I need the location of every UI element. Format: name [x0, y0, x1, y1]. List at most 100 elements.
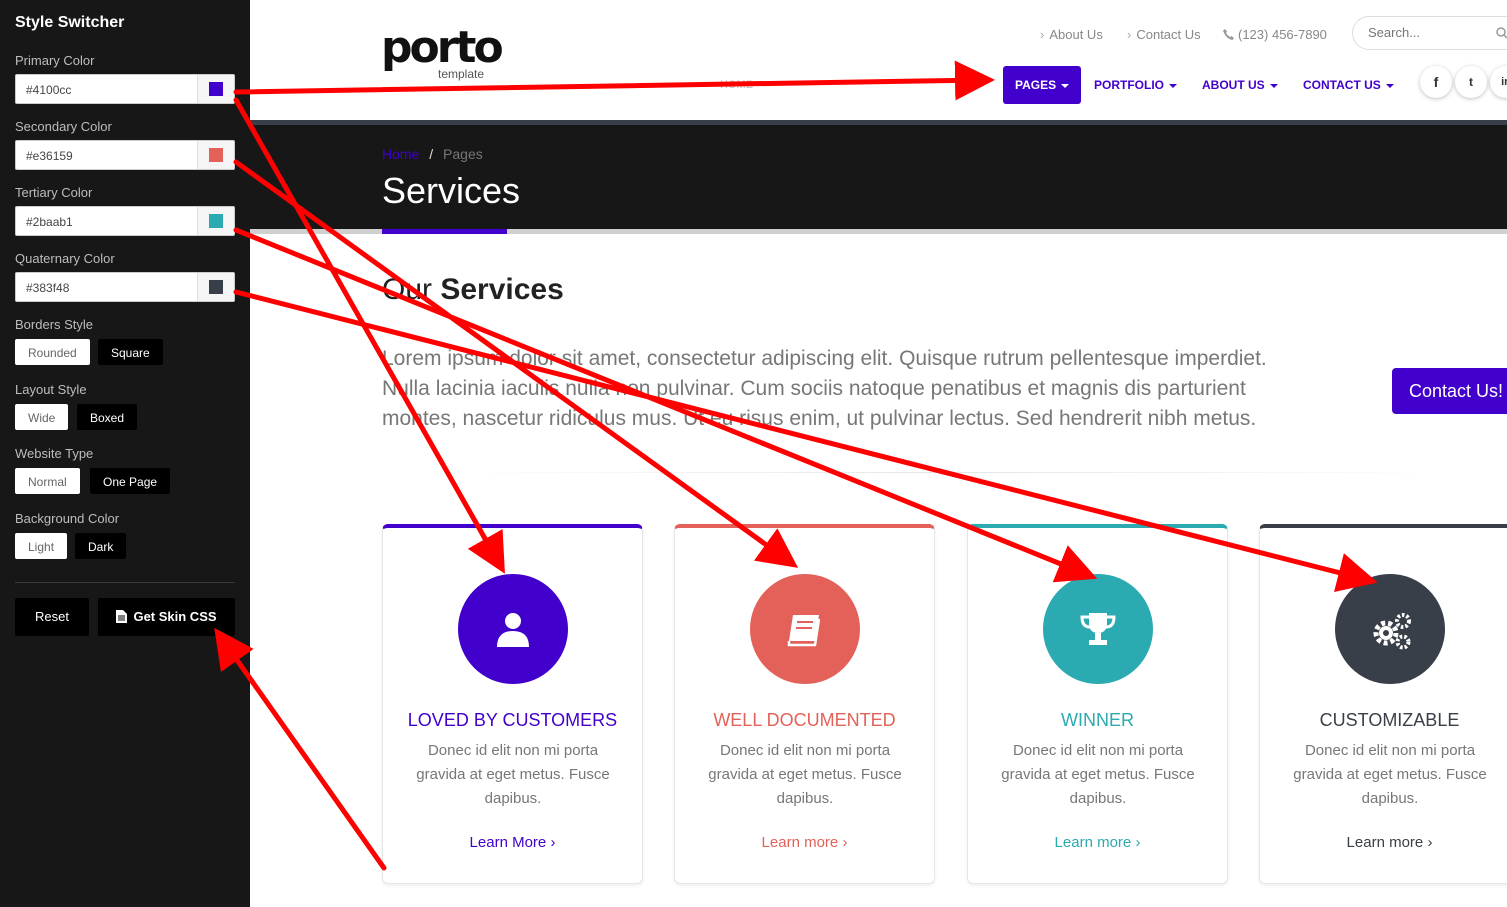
secondary-color-value[interactable]: #e36159 — [26, 149, 73, 163]
learn-more-link[interactable]: Learn more › — [1260, 834, 1507, 851]
chevron-right-icon: › — [550, 834, 556, 851]
section-heading-bold: Services — [440, 273, 564, 306]
nav-home[interactable]: HOME — [708, 66, 765, 104]
contact-us-button-label: Contact Us! — [1409, 381, 1504, 401]
learn-more-label: Learn more — [1054, 834, 1132, 851]
book-icon — [787, 615, 821, 647]
borders-rounded-button[interactable]: Rounded — [15, 339, 90, 365]
feature-text: Donec id elit non mi porta gravida at eg… — [1293, 742, 1487, 807]
feature-card-customizable: CUSTOMIZABLE Donec id elit non mi porta … — [1259, 524, 1507, 884]
intro-lead-text: Lorem ipsum dolor sit amet, consectetur … — [382, 347, 1267, 430]
nav-portfolio[interactable]: PORTFOLIO — [1082, 66, 1189, 104]
primary-color-value[interactable]: #4100cc — [26, 83, 71, 97]
learn-more-link[interactable]: Learn More › — [383, 834, 642, 851]
secondary-color-field[interactable]: #e36159 — [15, 140, 235, 170]
background-dark-button[interactable]: Dark — [75, 533, 127, 559]
primary-color-swatch — [209, 82, 223, 96]
website-onepage-button[interactable]: One Page — [90, 468, 171, 494]
quaternary-color-value[interactable]: #383f48 — [26, 281, 69, 295]
logo-text: porto — [381, 22, 504, 73]
tertiary-color-value[interactable]: #2baab1 — [26, 215, 73, 229]
learn-more-link[interactable]: Learn more › — [968, 834, 1227, 851]
feature-title: CUSTOMIZABLE — [1319, 710, 1460, 730]
quaternary-color-swatch — [209, 280, 223, 294]
page-title-underline — [382, 229, 507, 234]
top-phone: (123) 456-7890 — [1223, 27, 1327, 42]
logo-subtitle: template — [438, 67, 485, 81]
borders-style-label: Borders Style — [15, 317, 94, 332]
layout-boxed-button[interactable]: Boxed — [77, 404, 138, 430]
tertiary-color-label: Tertiary Color — [15, 185, 93, 200]
search-icon[interactable] — [1496, 27, 1507, 39]
top-link-contact-us[interactable]: › Contact Us — [1127, 27, 1201, 42]
learn-more-label: Learn more — [761, 834, 839, 851]
feature-title: WELL DOCUMENTED — [713, 710, 896, 730]
website-normal-button[interactable]: Normal — [15, 468, 80, 494]
feature-title: WINNER — [1061, 710, 1134, 730]
reset-button-label: Reset — [35, 609, 69, 624]
website-type-label: Website Type — [15, 446, 94, 461]
primary-color-field[interactable]: #4100cc — [15, 74, 235, 104]
learn-more-link[interactable]: Learn more › — [675, 834, 934, 851]
secondary-color-label: Secondary Color — [15, 119, 112, 134]
get-skin-css-label: Get Skin CSS — [133, 609, 217, 624]
gears-icon — [1373, 613, 1411, 650]
quaternary-color-field[interactable]: #383f48 — [15, 272, 235, 302]
contact-us-button[interactable]: Contact Us! — [1392, 368, 1507, 414]
nav-about-us[interactable]: ABOUT US — [1190, 66, 1290, 104]
search-box[interactable] — [1352, 16, 1507, 50]
caret-down-icon — [1061, 83, 1070, 88]
nav-pages-label: PAGES — [1015, 78, 1057, 92]
feature-title: LOVED BY CUSTOMERS — [407, 710, 618, 730]
background-light-button[interactable]: Light — [15, 533, 68, 559]
breadcrumb-home-link[interactable]: Home — [382, 146, 419, 162]
feature-card-loved-by-customers: LOVED BY CUSTOMERS Donec id elit non mi … — [382, 524, 643, 884]
secondary-color-picker[interactable] — [197, 141, 234, 169]
chevron-right-icon: › — [1135, 834, 1141, 851]
primary-color-label: Primary Color — [15, 53, 95, 68]
nav-pages[interactable]: PAGES — [1003, 66, 1082, 104]
feature-card-winner: WINNER Donec id elit non mi porta gravid… — [967, 524, 1228, 884]
feature-text: Donec id elit non mi porta gravida at eg… — [416, 742, 610, 807]
trophy-icon — [1080, 613, 1116, 645]
nav-portfolio-label: PORTFOLIO — [1094, 78, 1164, 92]
section-divider — [450, 472, 1450, 473]
feature-card-well-documented: WELL DOCUMENTED Donec id elit non mi por… — [674, 524, 935, 884]
get-skin-css-button[interactable]: Get Skin CSS — [98, 598, 235, 636]
chevron-right-icon: › — [1040, 27, 1045, 42]
tertiary-color-field[interactable]: #2baab1 — [15, 206, 235, 236]
tertiary-color-picker[interactable] — [197, 207, 234, 235]
layout-wide-button[interactable]: Wide — [15, 404, 69, 430]
nav-contact-us-label: CONTACT US — [1303, 78, 1381, 92]
nav-contact-us[interactable]: CONTACT US — [1291, 66, 1406, 104]
site-logo[interactable]: porto template — [381, 22, 504, 82]
caret-down-icon — [1169, 83, 1177, 88]
tertiary-color-swatch — [209, 214, 223, 228]
primary-color-picker[interactable] — [197, 75, 234, 103]
top-link-about-us-label: About Us — [1049, 27, 1103, 42]
file-icon — [116, 610, 128, 623]
top-link-contact-us-label: Contact Us — [1136, 27, 1201, 42]
search-input[interactable] — [1368, 25, 1498, 40]
section-heading-light: Our — [382, 273, 433, 306]
facebook-icon: f — [1433, 74, 1439, 90]
layout-style-label: Layout Style — [15, 382, 87, 397]
reset-button[interactable]: Reset — [15, 598, 89, 636]
caret-down-icon — [1269, 83, 1278, 88]
caret-down-icon — [1385, 83, 1394, 88]
feature-text: Donec id elit non mi porta gravida at eg… — [708, 742, 902, 807]
twitter-button[interactable]: t — [1455, 66, 1487, 98]
quaternary-color-picker[interactable] — [197, 273, 234, 301]
nav-home-label: HOME — [720, 79, 753, 91]
feature-icon-circle — [750, 574, 860, 684]
section-heading: Our Services — [382, 273, 564, 307]
top-link-about-us[interactable]: › About Us — [1040, 27, 1103, 42]
quaternary-color-label: Quaternary Color — [15, 251, 115, 266]
borders-square-button[interactable]: Square — [98, 339, 163, 365]
feature-icon-circle — [1335, 574, 1445, 684]
facebook-button[interactable]: f — [1420, 66, 1452, 98]
learn-more-label: Learn More — [469, 834, 547, 851]
feature-icon-circle — [458, 574, 568, 684]
linkedin-button[interactable]: in — [1490, 66, 1507, 98]
breadcrumb-separator: / — [429, 146, 434, 162]
